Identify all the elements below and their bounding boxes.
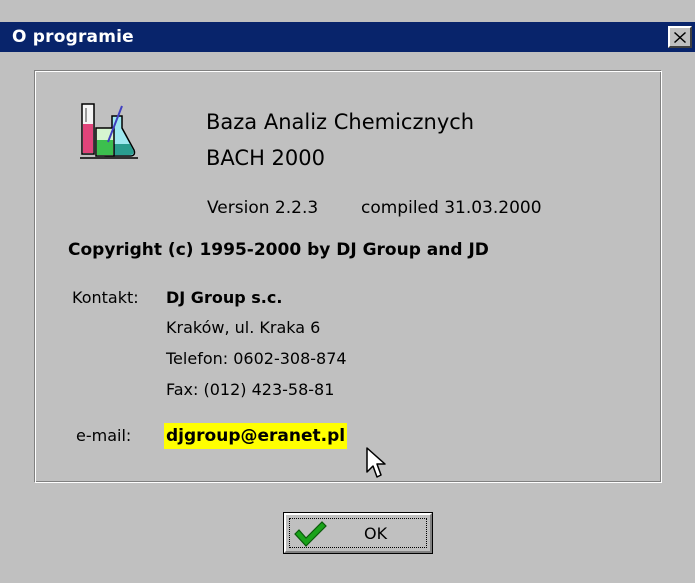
- copyright-text: Copyright (c) 1995-2000 by DJ Group and …: [68, 240, 489, 260]
- address-text: Kraków, ul. Kraka 6: [166, 318, 321, 337]
- close-icon: [674, 31, 686, 43]
- close-button[interactable]: [668, 26, 692, 48]
- phone-text: Telefon: 0602-308-874: [166, 349, 347, 368]
- fax-text: Fax: (012) 423-58-81: [166, 380, 335, 399]
- contact-label: Kontakt:: [72, 288, 139, 307]
- title-bar[interactable]: O programie: [0, 22, 695, 52]
- company-name: DJ Group s.c.: [166, 288, 283, 307]
- ok-button[interactable]: OK: [283, 512, 433, 554]
- about-dialog: O programie Baza Analiz Chemicznych BACH…: [0, 0, 695, 583]
- product-edition: BACH 2000: [206, 146, 325, 170]
- version-text: Version 2.2.3: [207, 198, 319, 218]
- email-link[interactable]: djgroup@eranet.pl: [164, 423, 348, 449]
- email-label: e-mail:: [76, 426, 132, 445]
- product-name: Baza Analiz Chemicznych: [206, 110, 475, 134]
- green-checkmark-icon: [294, 521, 327, 547]
- compiled-date: compiled 31.03.2000: [361, 198, 542, 218]
- window-title: O programie: [12, 27, 134, 47]
- mouse-cursor-icon: [366, 447, 386, 478]
- lab-beakers-icon: [80, 103, 138, 159]
- ok-label: OK: [364, 524, 388, 543]
